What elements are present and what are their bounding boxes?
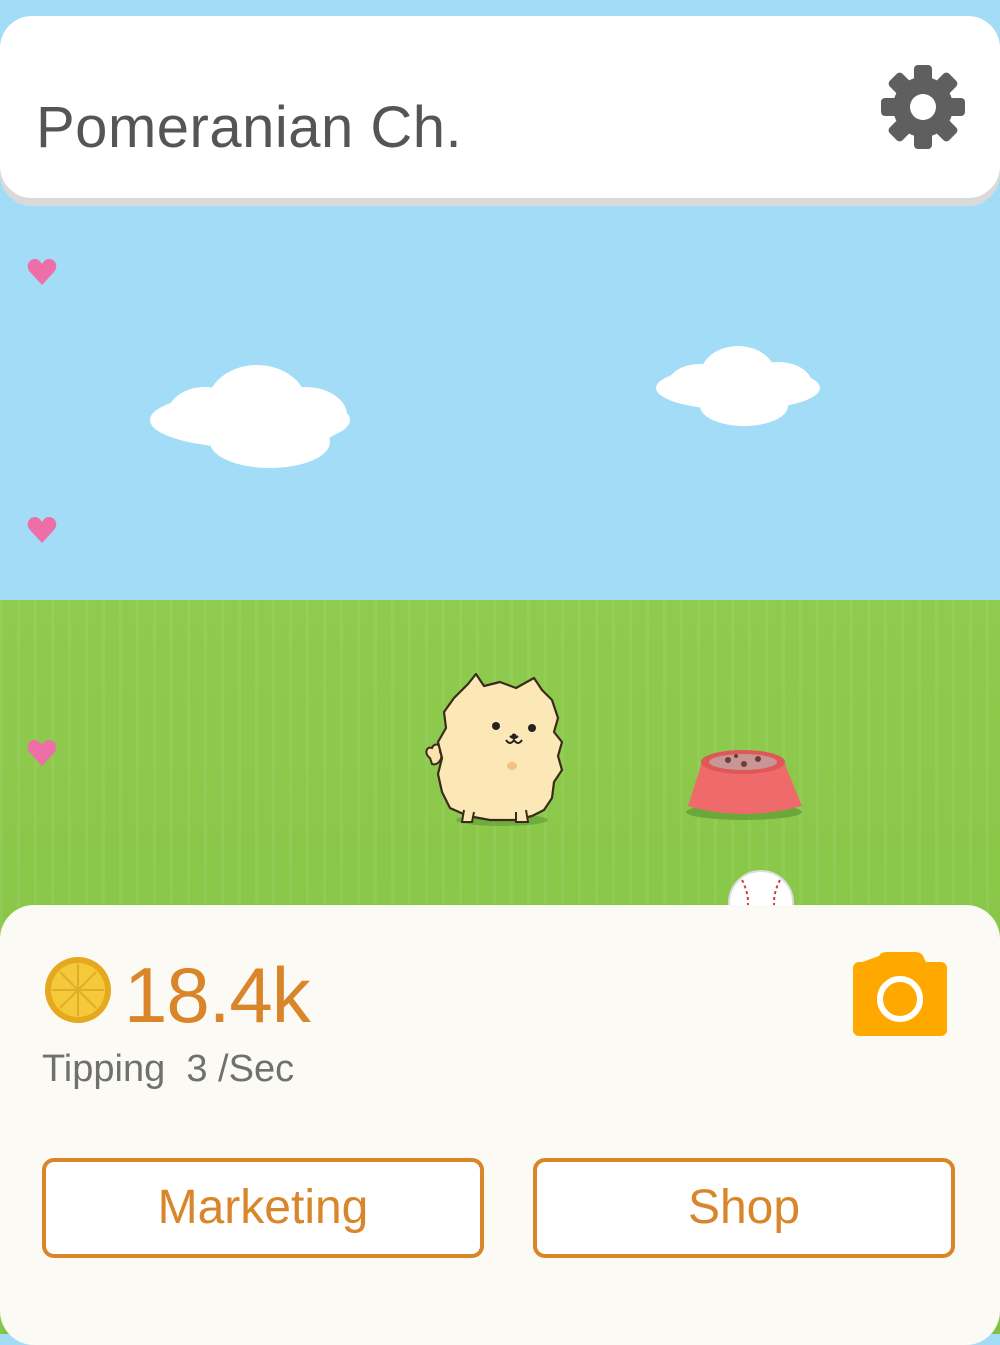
shop-button[interactable]: Shop xyxy=(533,1158,955,1258)
heart-icon xyxy=(27,517,57,543)
heart-icon xyxy=(27,259,57,285)
tipping-label: Tipping xyxy=(42,1048,166,1090)
marketing-button[interactable]: Marketing xyxy=(42,1158,484,1258)
tipping-value: 3 /Sec xyxy=(186,1048,295,1090)
pomeranian-dog[interactable] xyxy=(420,670,580,830)
header-card: Pomeranian Ch. xyxy=(0,16,1000,198)
app-title: Pomeranian Ch. xyxy=(36,95,463,160)
cloud xyxy=(150,365,350,468)
food-bowl[interactable] xyxy=(684,742,808,822)
heart-icon xyxy=(27,740,57,766)
gear-icon[interactable] xyxy=(880,64,966,150)
tipping-rate: Tipping 3 /Sec xyxy=(42,1048,294,1091)
coin-count: 18.4k xyxy=(124,951,311,1039)
camera-icon[interactable] xyxy=(853,952,947,1036)
coin-icon xyxy=(45,957,111,1023)
cloud xyxy=(656,346,820,426)
